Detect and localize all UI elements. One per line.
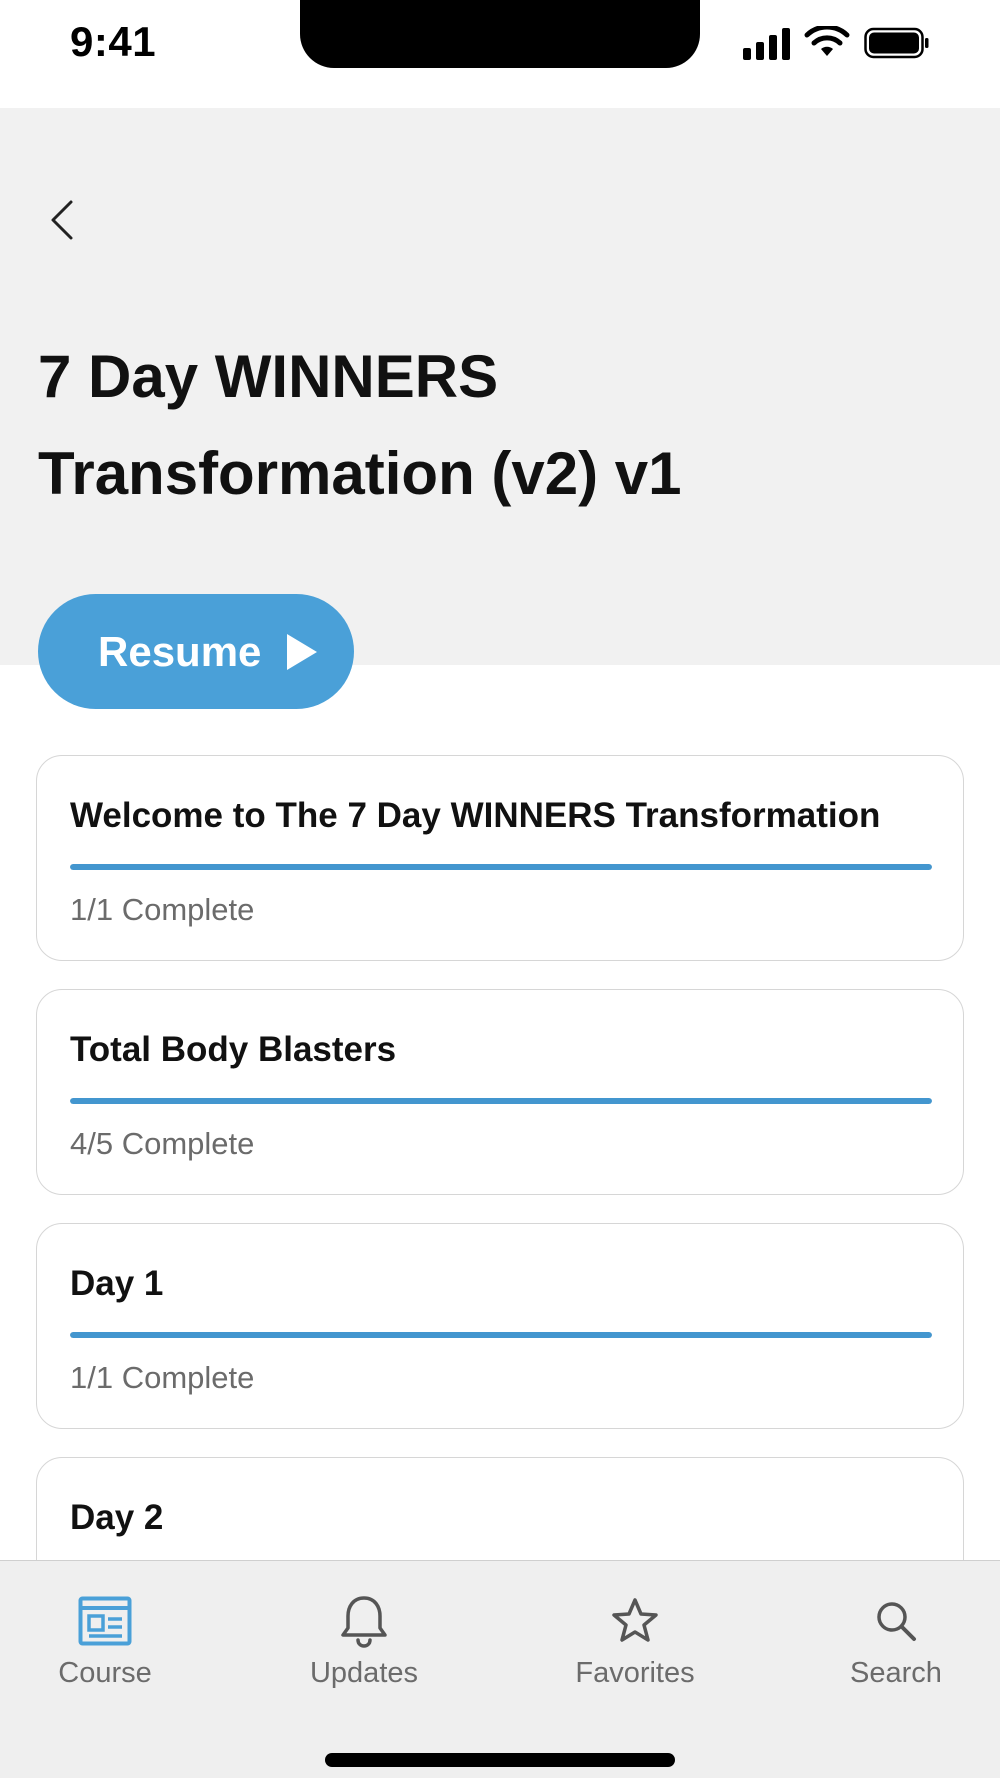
tab-updates[interactable]: Updates <box>264 1591 464 1690</box>
bell-icon <box>334 1591 394 1651</box>
page-title-line-1: 7 Day WINNERS <box>38 343 499 410</box>
module-status: 1/1 Complete <box>70 1360 255 1395</box>
cellular-signal-icon <box>743 26 790 60</box>
course-icon <box>75 1591 135 1651</box>
module-card[interactable]: Day 1 1/1 Complete <box>36 1223 964 1429</box>
module-progress-fill <box>70 1332 932 1338</box>
tab-favorites-label: Favorites <box>575 1657 695 1689</box>
page-title-line-2: Transformation (v2) v1 <box>38 440 682 507</box>
module-title: Total Body Blasters <box>70 1030 397 1069</box>
module-title: Day 2 <box>70 1498 164 1537</box>
module-progress-bar <box>70 1098 932 1104</box>
module-card[interactable]: Total Body Blasters 4/5 Complete <box>36 989 964 1195</box>
module-progress-bar <box>70 864 932 870</box>
battery-icon <box>864 27 929 59</box>
module-title: Welcome to The 7 Day WINNERS Transformat… <box>70 796 881 835</box>
chevron-left-icon <box>51 200 73 240</box>
star-icon <box>605 1591 665 1651</box>
status-bar: 9:41 <box>0 0 1000 108</box>
tab-updates-label: Updates <box>309 1657 418 1689</box>
module-title: Day 1 <box>70 1264 164 1303</box>
tab-search-label: Search <box>850 1657 942 1689</box>
page-title: 7 Day WINNERS Transformation (v2) v1 <box>38 328 938 522</box>
resume-button[interactable]: Resume <box>38 594 354 709</box>
play-icon <box>287 633 318 670</box>
tab-course[interactable]: Course <box>5 1591 205 1690</box>
tab-course-label: Course <box>58 1657 152 1689</box>
tab-search[interactable]: Search <box>796 1591 996 1690</box>
module-card[interactable]: Welcome to The 7 Day WINNERS Transformat… <box>36 755 964 961</box>
status-time: 9:41 <box>70 18 157 65</box>
module-list: Welcome to The 7 Day WINNERS Transformat… <box>36 755 964 1691</box>
resume-button-label: Resume <box>98 627 262 675</box>
notch <box>300 0 700 68</box>
wifi-icon <box>804 26 850 56</box>
home-indicator[interactable] <box>325 1753 675 1767</box>
module-progress-fill <box>70 864 932 870</box>
module-status: 1/1 Complete <box>70 892 255 927</box>
bottom-tab-bar: Course Updates Favorites Search <box>0 1560 1000 1778</box>
back-button[interactable] <box>34 192 90 248</box>
course-header: 7 Day WINNERS Transformation (v2) v1 <box>0 108 1000 665</box>
module-status: 4/5 Complete <box>70 1126 255 1161</box>
module-progress-fill <box>70 1098 932 1104</box>
tab-favorites[interactable]: Favorites <box>535 1591 735 1690</box>
status-icons <box>743 26 930 60</box>
module-progress-bar <box>70 1332 932 1338</box>
search-icon <box>866 1591 926 1651</box>
